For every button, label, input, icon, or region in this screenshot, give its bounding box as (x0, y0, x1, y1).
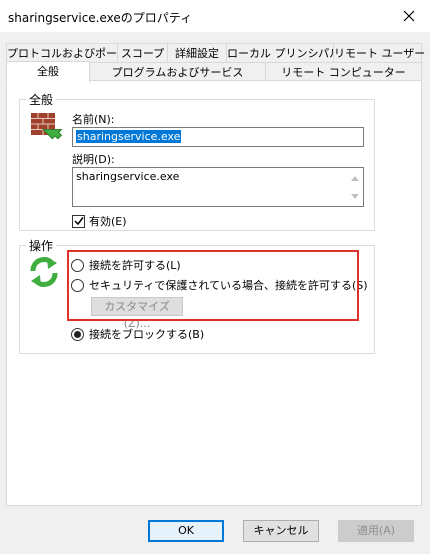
description-textarea[interactable]: sharingservice.exe (72, 167, 364, 207)
highlight-annotation-box (67, 250, 359, 321)
tab-local-principals[interactable]: ローカル プリンシパル (226, 43, 340, 64)
tab-advanced[interactable]: 詳細設定 (167, 43, 227, 64)
block-connection-label: 接続をブロックする(B) (89, 328, 205, 341)
description-label: 説明(D): (72, 153, 115, 166)
enabled-label: 有効(E) (89, 215, 127, 228)
tab-label: リモート ユーザー (334, 47, 426, 60)
name-input-value: sharingservice.exe (76, 130, 182, 143)
radio-selected-dot (74, 330, 81, 338)
description-scrollbar[interactable] (347, 168, 363, 206)
tab-label: ローカル プリンシパル (227, 47, 341, 60)
arrows-refresh-icon (27, 255, 61, 292)
general-group-legend: 全般 (29, 93, 54, 107)
tab-label: 全般 (37, 65, 59, 78)
ok-button-label: OK (178, 524, 194, 537)
apply-button[interactable]: 適用(A) (338, 520, 414, 542)
title-bar: sharingservice.exeのプロパティ (0, 0, 430, 32)
cancel-button-label: キャンセル (253, 524, 309, 537)
firewall-brick-icon (29, 109, 63, 144)
name-input[interactable]: sharingservice.exe (72, 127, 364, 147)
close-button[interactable] (394, 3, 424, 29)
close-icon (403, 10, 415, 22)
tab-scope[interactable]: スコープ (117, 43, 168, 64)
cancel-button[interactable]: キャンセル (243, 520, 319, 542)
enabled-checkbox-row[interactable]: 有効(E) (72, 213, 127, 229)
tab-label: スコープ (120, 47, 165, 60)
tab-label: プログラムおよびサービス (111, 66, 244, 79)
tab-label: リモート コンピューター (281, 66, 406, 79)
enabled-checkbox[interactable] (72, 214, 85, 228)
description-value: sharingservice.exe (76, 170, 180, 183)
tab-label: プロトコルおよびポート (7, 47, 128, 60)
block-connection-radio-row[interactable]: 接続をブロックする(B) (71, 326, 204, 342)
block-connection-radio[interactable] (71, 327, 84, 341)
tab-general[interactable]: 全般 (6, 61, 90, 83)
apply-button-label: 適用(A) (356, 524, 396, 537)
window-title: sharingservice.exeのプロパティ (8, 11, 193, 25)
tab-panel-general: 全般 名前(N): sharingservice.exe 説明(D): shar… (6, 80, 422, 506)
checkmark-icon (73, 217, 84, 226)
tab-remote-users[interactable]: リモート ユーザー (333, 43, 426, 64)
name-label: 名前(N): (72, 113, 115, 126)
scroll-up-icon[interactable] (347, 170, 363, 186)
scroll-down-icon[interactable] (347, 188, 363, 204)
ok-button[interactable]: OK (148, 520, 224, 542)
action-group-legend: 操作 (29, 239, 54, 253)
tab-label: 詳細設定 (175, 47, 219, 60)
